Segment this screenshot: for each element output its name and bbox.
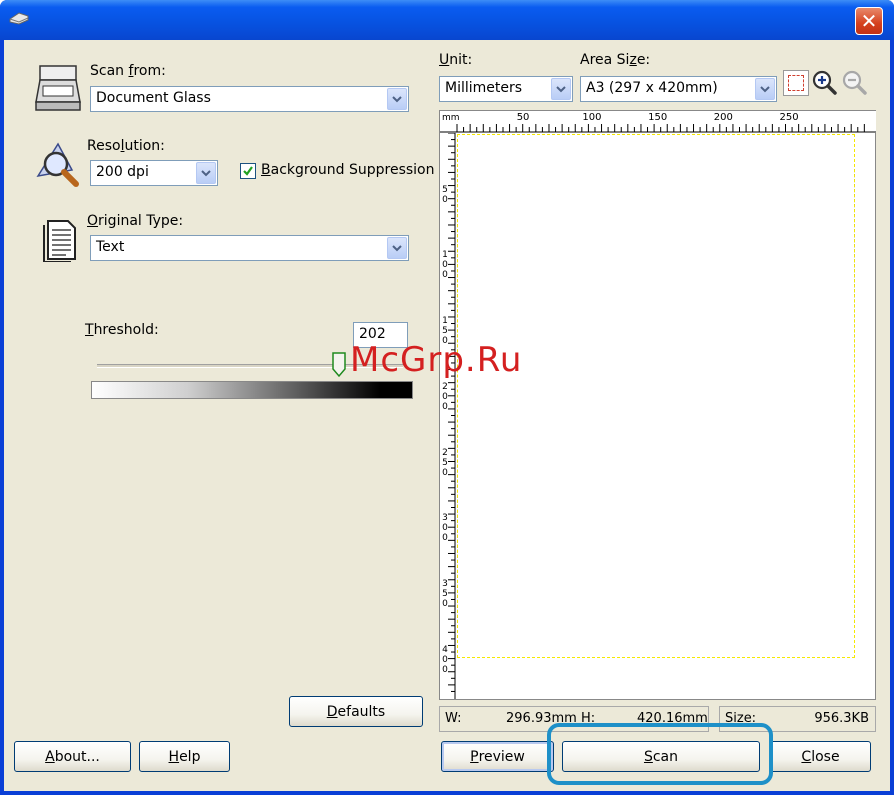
ruler-tick-label: 100 xyxy=(442,250,448,281)
size-value: 956.3KB xyxy=(814,711,869,726)
preview-button[interactable]: Preview xyxy=(441,741,554,772)
background-suppression-checkbox[interactable] xyxy=(240,163,256,179)
ruler-tick-label: 150 xyxy=(648,112,668,123)
ruler-tick-label: 200 xyxy=(713,112,733,123)
vertical-ruler: 50100150200250300350400 xyxy=(440,132,456,699)
ruler-tick-label: 400 xyxy=(442,644,448,675)
resolution-value: 200 dpi xyxy=(96,164,149,180)
area-size-select[interactable]: A3 (297 x 420mm) xyxy=(580,76,777,102)
preview-area[interactable]: mm 50 100 150 200 250 5010015020025030035040… xyxy=(439,110,876,700)
area-size-value: A3 (297 x 420mm) xyxy=(586,80,718,96)
scan-from-value: Document Glass xyxy=(96,90,211,106)
ruler-tick-label: 200 xyxy=(442,381,448,412)
background-suppression-label[interactable]: Background Suppression xyxy=(261,162,435,178)
chevron-down-icon[interactable] xyxy=(551,78,571,100)
help-button[interactable]: Help xyxy=(139,741,230,772)
scanner-dialog-window: ✕ Scan from: Document Glass Resolution: … xyxy=(0,0,894,795)
about-button[interactable]: About... xyxy=(14,741,131,772)
close-icon: ✕ xyxy=(860,9,878,33)
ruler-tick-label: 350 xyxy=(442,578,448,609)
chevron-down-icon[interactable] xyxy=(387,237,407,259)
marquee-icon xyxy=(788,75,804,91)
chevron-down-icon[interactable] xyxy=(196,162,216,184)
original-type-select[interactable]: Text xyxy=(90,235,409,261)
threshold-slider-thumb[interactable] xyxy=(332,352,347,378)
chevron-down-icon[interactable] xyxy=(387,88,407,110)
scan-from-select[interactable]: Document Glass xyxy=(90,86,409,112)
checkmark-icon xyxy=(243,166,253,176)
original-type-value: Text xyxy=(96,239,125,255)
resolution-label: Resolution: xyxy=(87,138,165,154)
ruler-tick-label: 300 xyxy=(442,513,448,544)
scan-button-highlight xyxy=(547,723,773,785)
unit-select[interactable]: Millimeters xyxy=(439,76,573,102)
title-bar[interactable]: ✕ xyxy=(0,0,894,40)
close-button[interactable]: Close xyxy=(770,741,871,772)
original-type-label: Original Type: xyxy=(87,213,184,229)
area-size-label: Area Size: xyxy=(580,52,651,68)
scan-area-selection[interactable] xyxy=(457,134,855,658)
horizontal-ruler: mm 50 100 150 200 250 xyxy=(440,111,876,133)
threshold-label: Threshold: xyxy=(85,322,159,338)
ruler-tick-label: 50 xyxy=(442,184,448,205)
zoom-out-icon[interactable] xyxy=(842,70,868,96)
flatbed-scanner-icon xyxy=(35,65,81,111)
scan-from-label: Scan from: xyxy=(90,63,166,79)
selection-tool-button[interactable] xyxy=(783,70,809,96)
ruler-tick-label: 250 xyxy=(779,112,799,123)
close-window-button[interactable]: ✕ xyxy=(855,7,883,35)
ruler-tick-label: 250 xyxy=(442,447,448,478)
chevron-down-icon[interactable] xyxy=(755,78,775,100)
ruler-tick-label: 100 xyxy=(582,112,602,123)
scanner-app-icon xyxy=(9,12,29,25)
magnifier-icon xyxy=(36,142,79,187)
resolution-select[interactable]: 200 dpi xyxy=(90,160,218,186)
unit-value: Millimeters xyxy=(445,80,523,96)
width-label: W: xyxy=(445,711,462,726)
ruler-tick-label: 50 xyxy=(516,112,530,123)
threshold-gradient-bar xyxy=(91,381,413,399)
defaults-button[interactable]: Defaults xyxy=(289,696,423,727)
unit-label: Unit: xyxy=(439,52,473,68)
watermark-text: McGrp.Ru xyxy=(350,340,523,380)
document-icon xyxy=(43,220,76,262)
dialog-client-area: Scan from: Document Glass Resolution: 20… xyxy=(4,40,890,791)
zoom-in-icon[interactable] xyxy=(812,70,838,96)
